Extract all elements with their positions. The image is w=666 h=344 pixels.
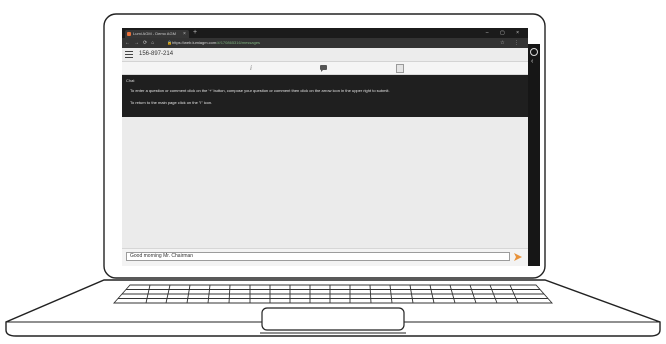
- document-icon[interactable]: [396, 64, 404, 73]
- new-tab-button[interactable]: +: [193, 28, 197, 38]
- chat-instruction-return: To return to the main page click on the …: [130, 100, 213, 105]
- url-host: https://web.lumiagm.com: [172, 40, 217, 45]
- nav-buttons[interactable]: ←→⟳⌂: [125, 38, 158, 48]
- url-field[interactable]: https://web.lumiagm.com/#/170865316/mess…: [172, 38, 260, 48]
- chat-title: Chat: [126, 78, 135, 83]
- address-bar: ←→⟳⌂ 🔒 https://web.lumiagm.com/#/1708653…: [122, 38, 528, 48]
- info-icon[interactable]: i: [250, 62, 252, 74]
- tab-bar: Lumi AGM - Demo AGM × + – ▢ ×: [122, 28, 528, 38]
- chevron-left-icon[interactable]: ‹: [531, 58, 533, 65]
- hamburger-menu-icon[interactable]: [125, 51, 133, 58]
- message-input-bar: [122, 248, 528, 266]
- messages-area: [122, 117, 528, 248]
- browser-window: Lumi AGM - Demo AGM × + – ▢ × ←→⟳⌂ 🔒 htt…: [122, 28, 528, 266]
- address-bar-actions[interactable]: ☆ ⋮: [500, 38, 523, 48]
- app-toolbar: i: [122, 62, 528, 75]
- settings-icon[interactable]: [530, 48, 538, 56]
- tab-close-icon[interactable]: ×: [183, 30, 186, 38]
- send-arrow-icon[interactable]: [513, 252, 523, 262]
- message-input[interactable]: [126, 252, 510, 261]
- chat-bubble-icon[interactable]: [320, 65, 327, 72]
- window-controls[interactable]: – ▢ ×: [486, 28, 524, 38]
- url-path: /#/170865316/messages: [216, 40, 261, 45]
- lumi-favicon-icon: [127, 32, 131, 36]
- tab-title: Lumi AGM - Demo AGM: [133, 31, 176, 36]
- app-header: 156-897-214: [122, 48, 528, 62]
- side-panel-strip: ‹: [528, 44, 540, 266]
- chat-instruction-submit: To enter a question or comment click on …: [130, 88, 390, 93]
- meeting-id: 156-897-214: [139, 51, 174, 57]
- browser-tab[interactable]: Lumi AGM - Demo AGM ×: [125, 30, 189, 38]
- touchpad: [261, 307, 405, 331]
- chat-panel: Chat To enter a question or comment clic…: [122, 75, 528, 117]
